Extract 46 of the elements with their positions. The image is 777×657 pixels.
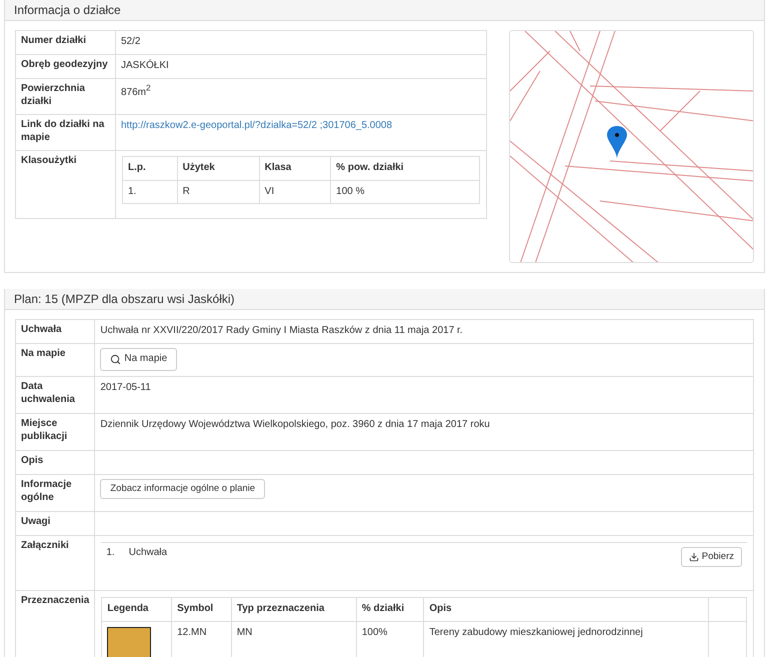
- field-label: Numer działki: [21, 35, 86, 46]
- column-header: Symbol: [177, 603, 214, 614]
- table-cell: VI: [264, 186, 274, 196]
- column-header: Opis: [429, 603, 452, 614]
- panel-title: Plan: 15 (MPZP dla obszaru wsi Jaskółki): [14, 292, 235, 306]
- search-icon: [110, 354, 122, 365]
- field-value: 52/2: [121, 36, 140, 47]
- field-label: Miejsce publikacji: [21, 418, 68, 442]
- column-header: % działki: [362, 603, 404, 614]
- column-header: L.p.: [128, 162, 146, 173]
- field-label: Przeznaczenia: [21, 595, 90, 606]
- table-cell: 100 %: [336, 186, 365, 196]
- field-value: Dziennik Urzędowy Województwa Wielkopolskiego, poz. 3960 z dnia 17 maja 2017 roku: [100, 419, 490, 430]
- table-cell: 12.MN: [177, 626, 207, 638]
- field-label: Data uchwalenia: [21, 381, 75, 404]
- table-cell: R: [182, 186, 190, 196]
- list-number: 1.: [106, 547, 115, 560]
- column-header: Użytek: [182, 162, 215, 173]
- column-header: Typ przeznaczenia: [236, 603, 324, 614]
- field-value: 876m$^{2}$: [121, 87, 151, 98]
- column-header: Legenda: [107, 603, 148, 614]
- column-header: Klasa: [264, 162, 292, 173]
- info-button[interactable]: Zobacz informacje ogólne o planie: [100, 479, 266, 499]
- field-label: Uwagi: [21, 516, 50, 527]
- table-cell: 100%: [362, 626, 388, 638]
- field-label: Klasoużytki: [21, 155, 77, 166]
- field-label: Załączniki: [21, 540, 69, 551]
- download-button[interactable]: Pobierz: [680, 547, 742, 567]
- table-cell: 1.: [128, 186, 136, 196]
- field-label: Uchwała: [21, 324, 62, 335]
- map-button[interactable]: Na mapie: [100, 348, 178, 370]
- field-label: Link do działki na mapie: [21, 119, 104, 142]
- panel-title: Informacja o działce: [14, 3, 121, 17]
- table-cell: Tereny zabudowy mieszkaniowej jednorodzinnej: [429, 626, 643, 638]
- field-label: Na mapie: [21, 348, 66, 359]
- field-label: Powierzchnia działki: [21, 83, 85, 106]
- field-value: 2017-05-11: [100, 382, 151, 393]
- attachment-name: Uchwała: [128, 547, 168, 560]
- field-label: Opis: [21, 455, 44, 466]
- field-value: Uchwała nr XXVII/220/2017 Rady Gminy I Miasta Raszków z dnia 11 maja 2017 r.: [100, 325, 463, 336]
- field-label: Obręb geodezyjny: [21, 59, 108, 70]
- field-label: Informacje ogólne: [21, 479, 72, 502]
- table-cell: MN: [236, 626, 252, 638]
- column-header: % pow. działki: [336, 162, 404, 173]
- field-value: JASKÓŁKI: [121, 60, 169, 71]
- download-icon: [688, 552, 699, 562]
